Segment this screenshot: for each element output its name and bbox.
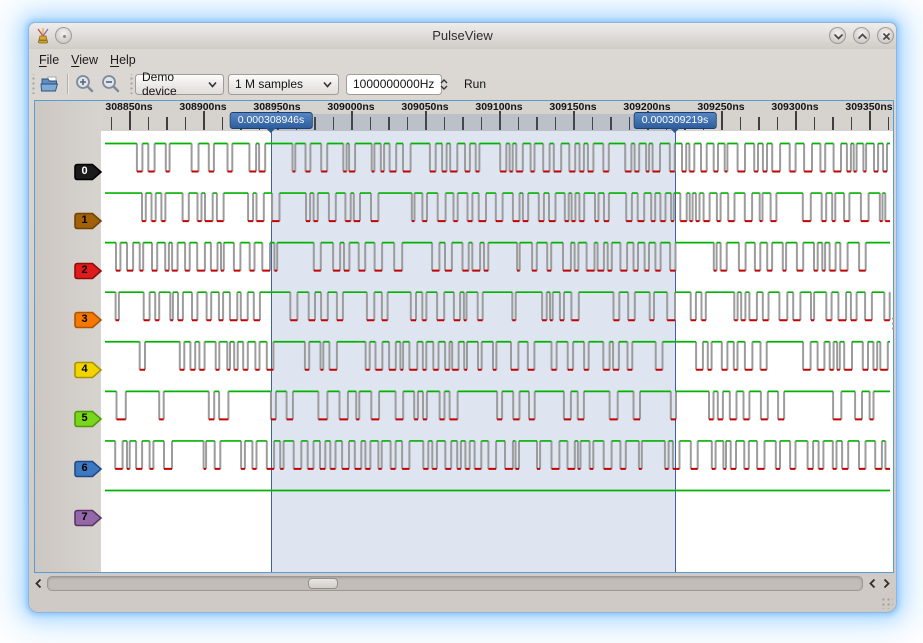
scroll-left-button-2[interactable] [866, 576, 879, 591]
maximize-button[interactable] [853, 27, 870, 44]
sample-rate-value: 1000000000Hz [353, 77, 434, 91]
zoom-in-icon [74, 73, 96, 95]
menubar: FileViewHelp [29, 49, 896, 70]
waveform-path [140, 342, 888, 370]
minimize-button[interactable] [829, 27, 846, 44]
waveform-path [116, 243, 866, 271]
folder-open-icon [39, 74, 61, 94]
chevron-down-icon [208, 81, 217, 88]
close-icon [881, 31, 892, 42]
scroll-right-button[interactable] [880, 576, 893, 591]
scrollbar-track[interactable] [47, 576, 863, 591]
channel-label-4[interactable]: 4 [73, 361, 103, 379]
chevron-down-icon [833, 31, 844, 42]
channel-label-7[interactable]: 7 [73, 509, 103, 527]
waveform-path [117, 391, 874, 419]
channel-label-2[interactable]: 2 [73, 262, 103, 280]
toolbar: Demo device 1 M samples 1000000000Hz Run [29, 70, 896, 98]
channel-label-5[interactable]: 5 [73, 410, 103, 428]
run-button[interactable]: Run [456, 73, 494, 95]
spin-up-down-icon[interactable] [440, 79, 448, 90]
chevron-down-icon [323, 81, 332, 88]
zoom-in-button[interactable] [72, 72, 98, 96]
sample-count-select[interactable]: 1 M samples [228, 74, 339, 95]
sample-rate-spinbox[interactable]: 1000000000Hz [346, 74, 442, 95]
channel-label-3[interactable]: 3 [73, 311, 103, 329]
horizontal-scrollbar[interactable] [29, 575, 896, 593]
chevron-left-icon [34, 578, 43, 589]
channel-label-1[interactable]: 1 [73, 212, 103, 230]
toolbar-drag-handle[interactable] [128, 74, 134, 94]
menu-item-file[interactable]: File [33, 51, 65, 69]
toolbar-drag-handle[interactable] [30, 74, 36, 94]
zoom-out-button[interactable] [98, 72, 124, 96]
menu-item-help[interactable]: Help [104, 51, 142, 69]
cursor-flag-left[interactable]: 0.000308946s [230, 112, 313, 129]
resize-grip-icon[interactable] [881, 597, 893, 609]
chevron-left-icon [868, 578, 877, 589]
device-select[interactable]: Demo device [135, 74, 224, 95]
open-file-button[interactable] [37, 72, 63, 96]
scroll-left-button[interactable] [32, 576, 45, 591]
trace-view[interactable]: 308850ns308900ns308950ns309000ns309050ns… [34, 100, 894, 573]
close-button[interactable] [877, 27, 894, 44]
sample-count-value: 1 M samples [235, 77, 303, 91]
toolbar-separator [67, 74, 68, 94]
zoom-out-icon [100, 73, 122, 95]
device-select-value: Demo device [142, 70, 208, 98]
channel-label-6[interactable]: 6 [73, 460, 103, 478]
scrollbar-thumb[interactable] [308, 578, 338, 589]
menu-item-view[interactable]: View [65, 51, 104, 69]
chevron-right-icon [882, 578, 891, 589]
app-window: PulseView FileViewHelp [28, 22, 897, 613]
chevron-up-icon [857, 31, 868, 42]
titlebar[interactable]: PulseView [29, 23, 896, 49]
channel-label-0[interactable]: 0 [73, 163, 103, 181]
waveform-path [115, 441, 885, 469]
waveform-path [142, 193, 885, 221]
waveform-path [116, 292, 890, 320]
waveform-path [137, 144, 887, 172]
cursor-flag-right[interactable]: 0.000309219s [634, 112, 717, 129]
window-title: PulseView [29, 28, 896, 43]
waveforms-svg [35, 101, 893, 572]
